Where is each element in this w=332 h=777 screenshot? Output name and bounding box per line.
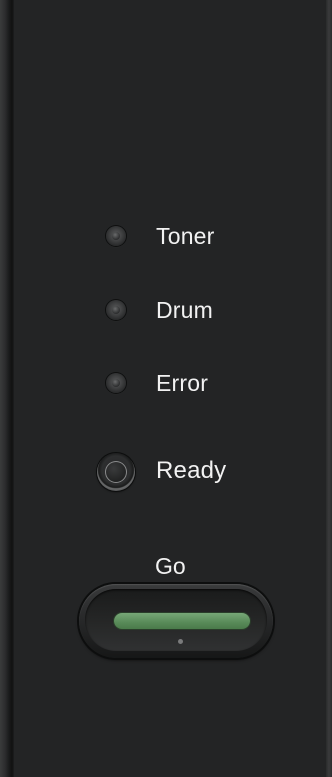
indicator-drum: Drum — [0, 290, 320, 330]
drum-label: Drum — [156, 297, 214, 323]
go-button[interactable] — [79, 584, 273, 658]
toner-label: Toner — [156, 223, 215, 249]
indicator-toner: Toner — [0, 216, 320, 256]
ready-label: Ready — [156, 457, 227, 484]
error-label: Error — [156, 370, 209, 396]
go-label: Go — [155, 553, 186, 579]
panel-bezel-right — [326, 0, 332, 777]
error-led-icon — [106, 373, 126, 393]
go-dot-icon — [178, 639, 183, 644]
indicator-error: Error — [0, 363, 320, 403]
go-light-icon — [114, 613, 250, 629]
control-panel: Toner Drum Error Ready Go — [0, 0, 332, 777]
indicator-ready: Ready — [0, 452, 320, 492]
toner-led-icon — [106, 226, 126, 246]
drum-led-icon — [106, 300, 126, 320]
go-button-face[interactable] — [85, 589, 267, 651]
ready-led-icon — [97, 453, 135, 491]
